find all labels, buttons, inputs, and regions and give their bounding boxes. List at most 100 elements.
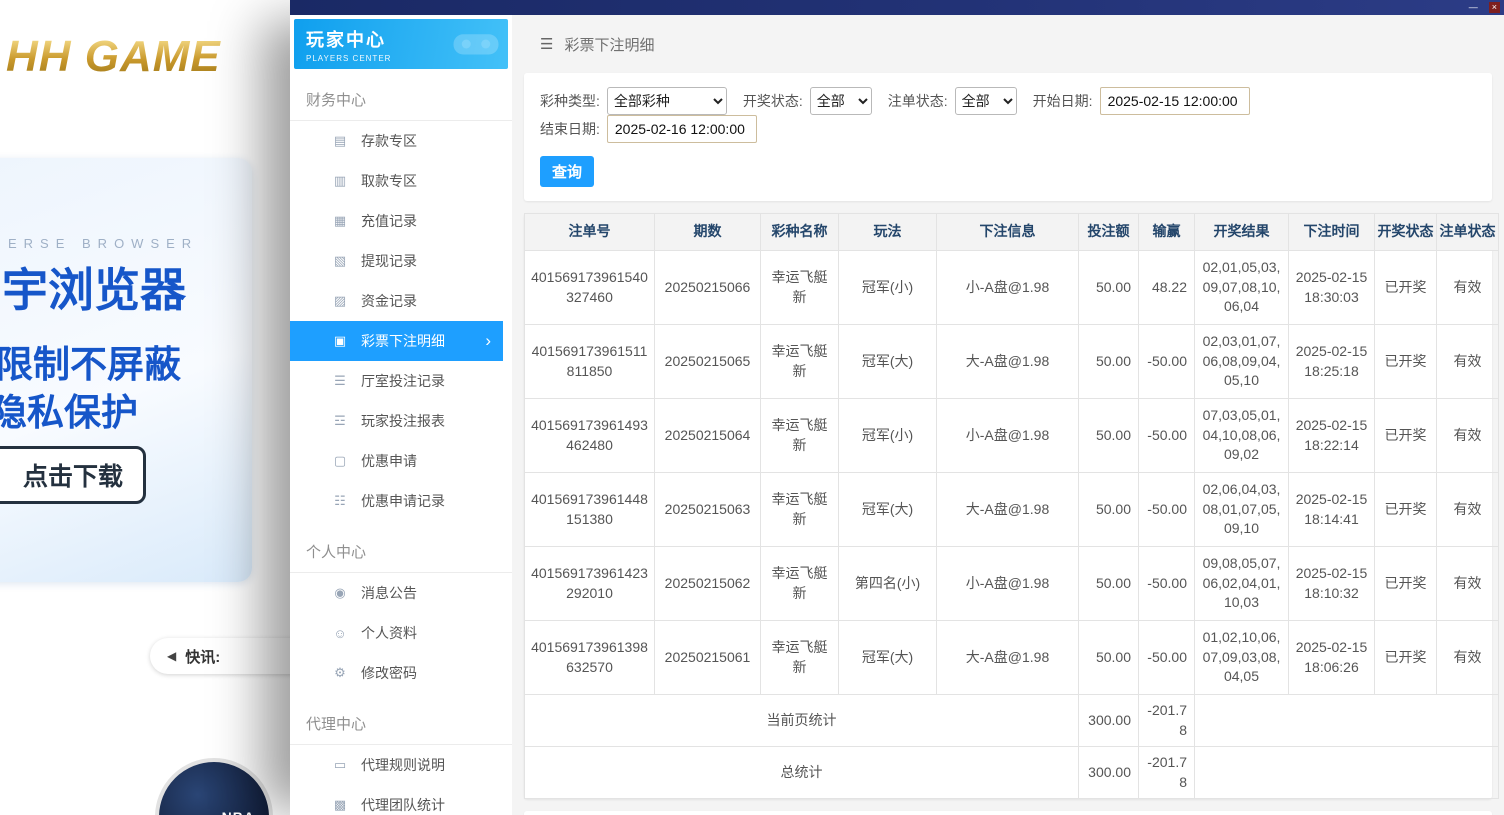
cell-order_status: 有效 — [1437, 325, 1499, 399]
cell-period: 20250215063 — [655, 473, 761, 547]
cell-draw_status: 已开奖 — [1375, 621, 1437, 695]
sidebar-item-lottery-bet-details[interactable]: ▣ 彩票下注明细 › — [290, 321, 503, 361]
nba-label: NBA — [222, 809, 255, 815]
order-status-select[interactable]: 全部 — [955, 87, 1017, 115]
cell-play: 冠军(小) — [839, 399, 937, 473]
cell-lottery: 幸运飞艇新 — [761, 547, 839, 621]
total-summary-row: 总统计 300.00 -201.78 — [525, 747, 1499, 799]
agent-rules-icon: ▭ — [332, 757, 348, 773]
cell-bet_info: 大-A盘@1.98 — [937, 621, 1079, 695]
cell-period: 20250215061 — [655, 621, 761, 695]
promo-banner: ERSE BROWSER 宇浏览器 限制不屏蔽 隐私保护 点击下载 — [0, 158, 252, 582]
lottery-bet-details-icon: ▣ — [332, 333, 348, 349]
bet-details-table: 注单号期数彩种名称玩法下注信息投注额输赢开奖结果下注时间开奖状态注单状态 401… — [524, 213, 1492, 799]
sidebar-item-label: 厅室投注记录 — [361, 371, 445, 391]
cell-period: 20250215062 — [655, 547, 761, 621]
total-summary-bet-total: 300.00 — [1079, 747, 1139, 799]
cell-order_status: 有效 — [1437, 547, 1499, 621]
window-titlebar: — × — [290, 0, 1504, 15]
end-date-input[interactable] — [607, 115, 757, 143]
cell-bet_info: 大-A盘@1.98 — [937, 473, 1079, 547]
background-page: HH GAME ERSE BROWSER 宇浏览器 限制不屏蔽 隐私保护 点击下… — [0, 0, 290, 815]
sidebar-item-withdraw-zone[interactable]: ▥取款专区 — [290, 161, 512, 201]
download-button[interactable]: 点击下载 — [0, 446, 146, 504]
close-button[interactable]: × — [1489, 2, 1500, 13]
cell-play: 冠军(大) — [839, 325, 937, 399]
sidebar-item-agent-team-stats[interactable]: ▩代理团队统计 — [290, 785, 512, 815]
cell-lottery: 幸运飞艇新 — [761, 325, 839, 399]
table-body: 40156917396154032746020250215066幸运飞艇新冠军(… — [525, 251, 1499, 695]
page-summary-bet-total: 300.00 — [1079, 695, 1139, 747]
sidebar-item-label: 代理团队统计 — [361, 795, 445, 815]
cell-play: 冠军(大) — [839, 473, 937, 547]
cell-win_loss: -50.00 — [1139, 621, 1195, 695]
sidebar-item-label: 代理规则说明 — [361, 755, 445, 775]
lottery-type-select[interactable]: 全部彩种 — [607, 87, 727, 115]
table-header-row: 注单号期数彩种名称玩法下注信息投注额输赢开奖结果下注时间开奖状态注单状态 — [525, 214, 1499, 251]
sidebar-item-change-password[interactable]: ⚙修改密码 — [290, 653, 512, 693]
cell-order_status: 有效 — [1437, 399, 1499, 473]
sidebar-item-label: 优惠申请 — [361, 451, 417, 471]
cell-period: 20250215065 — [655, 325, 761, 399]
breadcrumb: ☰ 彩票下注明细 — [524, 15, 1492, 73]
column-header-bet_amount: 投注额 — [1079, 214, 1139, 251]
screen: HH GAME ERSE BROWSER 宇浏览器 限制不屏蔽 隐私保护 点击下… — [0, 0, 1504, 815]
sidebar-item-funds-records[interactable]: ▨资金记录 — [290, 281, 512, 321]
sidebar-item-profile[interactable]: ☺个人资料 — [290, 613, 512, 653]
cell-bet_amount: 50.00 — [1079, 399, 1139, 473]
sidebar-section-title: 代理中心 — [290, 705, 512, 745]
sidebar-menu: 财务中心▤存款专区▥取款专区▦充值记录▧提现记录▨资金记录▣彩票下注明细›☰厅室… — [290, 81, 512, 815]
page-summary-win-total: -201.78 — [1139, 695, 1195, 747]
sidebar-item-agent-rules[interactable]: ▭ 代理规则说明 — [290, 745, 512, 785]
sidebar-item-player-bet-report[interactable]: ☲玩家投注报表 — [290, 401, 512, 441]
sidebar: 玩家中心 PLAYERS CENTER 财务中心▤存款专区▥取款专区▦充值记录▧… — [290, 15, 512, 815]
sidebar-item-promo-application-records[interactable]: ☷优惠申请记录 — [290, 481, 512, 521]
banner-line1: 宇浏览器 — [2, 254, 186, 320]
minimize-button[interactable]: — — [1466, 2, 1481, 13]
total-summary-label: 总统计 — [525, 747, 1079, 799]
table-row: 40156917396149346248020250215064幸运飞艇新冠军(… — [525, 399, 1499, 473]
column-header-period: 期数 — [655, 214, 761, 251]
sidebar-item-label: 充值记录 — [361, 211, 417, 231]
cell-lottery: 幸运飞艇新 — [761, 251, 839, 325]
cell-order_no: 401569173961398632570 — [525, 621, 655, 695]
cell-draw_status: 已开奖 — [1375, 251, 1437, 325]
withdraw-icon: ▥ — [332, 173, 348, 189]
sidebar-item-recharge-records[interactable]: ▦充值记录 — [290, 201, 512, 241]
main-content: ☰ 彩票下注明细 彩种类型: 全部彩种 开奖状态: 全部 — [512, 15, 1504, 815]
start-date-input[interactable] — [1100, 87, 1250, 115]
total-summary-spacer — [1195, 747, 1499, 799]
column-header-bet_info: 下注信息 — [937, 214, 1079, 251]
withdrawal-records-icon: ▧ — [332, 253, 348, 269]
column-header-order_status: 注单状态 — [1437, 214, 1499, 251]
sidebar-item-hall-bet-records[interactable]: ☰ 厅室投注记录 — [290, 361, 512, 401]
banner-line2: 限制不屏蔽 — [0, 334, 181, 388]
cell-draw_result: 07,03,05,01,04,10,08,06,09,02 — [1195, 399, 1289, 473]
player-bet-report-icon: ☲ — [332, 413, 348, 429]
cell-order_status: 有效 — [1437, 473, 1499, 547]
cell-draw_status: 已开奖 — [1375, 399, 1437, 473]
cell-order_no: 401569173961448151380 — [525, 473, 655, 547]
cell-bet_time: 2025-02-15 18:10:32 — [1289, 547, 1375, 621]
sidebar-item-label: 存款专区 — [361, 131, 417, 151]
page-summary-row: 当前页统计 300.00 -201.78 — [525, 695, 1499, 747]
chevron-right-icon: › — [485, 331, 491, 351]
sidebar-item-promo-application[interactable]: ▢ 优惠申请 — [290, 441, 512, 481]
promo-application-icon: ▢ — [332, 453, 348, 469]
hall-bet-records-icon: ☰ — [332, 373, 348, 389]
cell-win_loss: 48.22 — [1139, 251, 1195, 325]
sidebar-item-withdrawal-records[interactable]: ▧提现记录 — [290, 241, 512, 281]
search-button[interactable]: 查询 — [540, 156, 594, 187]
cell-order_no: 401569173961493462480 — [525, 399, 655, 473]
sidebar-item-label: 彩票下注明细 — [361, 331, 445, 351]
ticker-label: 快讯: — [185, 646, 220, 667]
cell-order_status: 有效 — [1437, 621, 1499, 695]
column-header-bet_time: 下注时间 — [1289, 214, 1375, 251]
sidebar-item-messages[interactable]: ◉消息公告 — [290, 573, 512, 613]
sidebar-item-deposit-zone[interactable]: ▤存款专区 — [290, 121, 512, 161]
total-summary-win-total: -201.78 — [1139, 747, 1195, 799]
menu-toggle-icon[interactable]: ☰ — [540, 35, 553, 53]
cell-period: 20250215064 — [655, 399, 761, 473]
draw-status-select[interactable]: 全部 — [810, 87, 872, 115]
cell-bet_amount: 50.00 — [1079, 251, 1139, 325]
